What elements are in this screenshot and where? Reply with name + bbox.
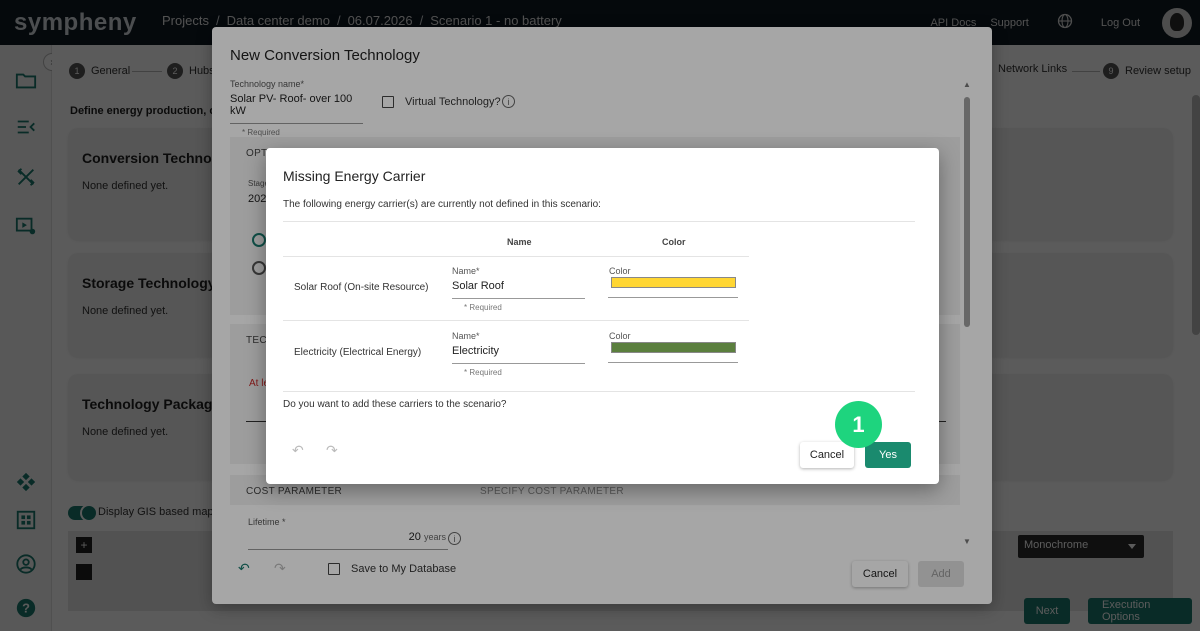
column-header-name: Name — [507, 237, 532, 247]
column-header-color: Color — [662, 237, 686, 247]
redo-icon[interactable]: ↷ — [326, 442, 338, 459]
cancel-button[interactable]: Cancel — [800, 442, 854, 468]
carrier-name-field[interactable]: Name* Solar Roof * Required — [452, 266, 585, 312]
step-badge: 1 — [835, 401, 882, 448]
color-swatch[interactable] — [611, 277, 736, 288]
color-swatch[interactable] — [611, 342, 736, 353]
yes-button[interactable]: Yes — [865, 442, 911, 468]
carrier-color-field[interactable]: Color — [609, 331, 739, 341]
carrier-row-label: Electricity (Electrical Energy) — [294, 347, 422, 358]
undo-icon[interactable]: ↶ — [292, 442, 304, 459]
dialog-description: The following energy carrier(s) are curr… — [283, 199, 601, 210]
dialog-title: Missing Energy Carrier — [283, 168, 426, 184]
carrier-row-label: Solar Roof (On-site Resource) — [294, 282, 429, 293]
carrier-color-field[interactable]: Color — [609, 266, 739, 276]
confirm-question: Do you want to add these carriers to the… — [283, 399, 507, 410]
carrier-name-field[interactable]: Name* Electricity * Required — [452, 331, 585, 377]
